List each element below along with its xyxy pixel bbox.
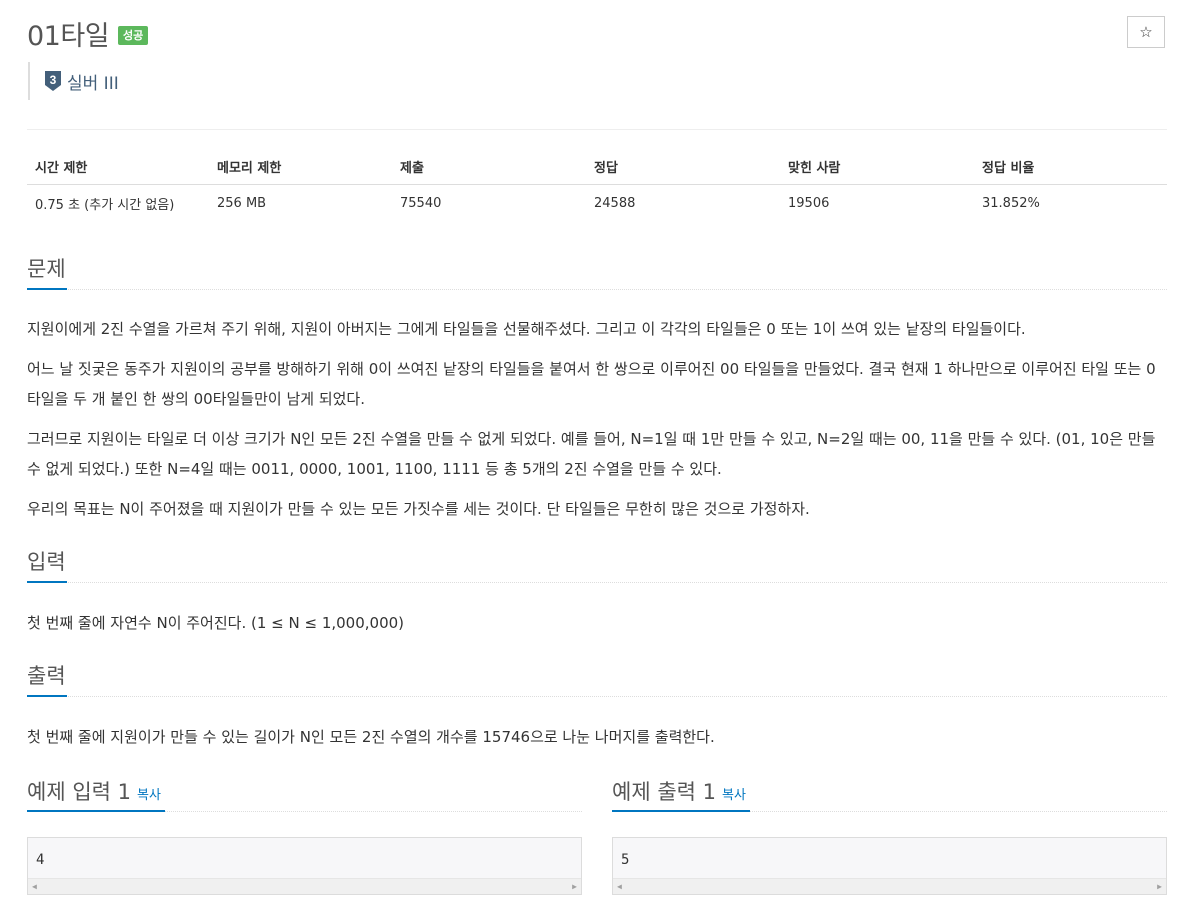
title-row: 01타일 성공 xyxy=(27,14,149,53)
header-memory-limit: 메모리 제한 xyxy=(209,148,392,185)
problem-paragraph: 지원이에게 2진 수열을 가르쳐 주기 위해, 지원이 아버지는 그에게 타일들… xyxy=(27,320,1026,338)
submissions-value: 75540 xyxy=(400,195,442,211)
section-divider xyxy=(27,582,1167,583)
copy-input-button[interactable]: 복사 xyxy=(137,788,161,803)
section-underline xyxy=(27,288,67,290)
solved-users-value: 19506 xyxy=(788,195,830,211)
sample-input-title: 예제 입력 1 xyxy=(27,780,131,804)
table-header-row: 시간 제한 메모리 제한 제출 정답 맞힌 사람 정답 비율 xyxy=(27,148,1167,185)
tier-row: 3 실버 III xyxy=(28,62,119,100)
problem-paragraph: 우리의 목표는 N이 주어졌을 때 지원이가 만들 수 있는 모든 가짓수를 세… xyxy=(27,500,810,518)
time-limit-value: 0.75 초 (추가 시간 없음) xyxy=(35,197,175,213)
star-icon: ☆ xyxy=(1139,23,1153,41)
divider xyxy=(27,129,1167,130)
scroll-right-icon[interactable]: ▶ xyxy=(1157,882,1162,891)
section-divider xyxy=(27,696,1167,697)
section-underline xyxy=(612,810,750,812)
output-description: 첫 번째 줄에 지원이가 만들 수 있는 길이가 N인 모든 2진 수열의 개수… xyxy=(27,728,715,746)
problem-info-table: 시간 제한 메모리 제한 제출 정답 맞힌 사람 정답 비율 0.75 초 (추… xyxy=(27,148,1167,221)
scroll-right-icon[interactable]: ▶ xyxy=(572,882,577,891)
header-accept-ratio: 정답 비율 xyxy=(974,148,1167,185)
header-solved-users: 맞힌 사람 xyxy=(780,148,974,185)
section-divider xyxy=(27,289,1167,290)
sample-input-heading: 예제 입력 1 복사 xyxy=(27,776,161,806)
horizontal-scrollbar[interactable]: ◀ ▶ xyxy=(28,878,581,894)
sample-output-heading: 예제 출력 1 복사 xyxy=(612,776,746,806)
input-description: 첫 번째 줄에 자연수 N이 주어진다. (1 ≤ N ≤ 1,000,000) xyxy=(27,614,405,632)
copy-output-button[interactable]: 복사 xyxy=(722,788,746,803)
horizontal-scrollbar[interactable]: ◀ ▶ xyxy=(613,878,1166,894)
sample-output-value: 5 xyxy=(621,852,630,868)
header-time-limit: 시간 제한 xyxy=(27,148,209,185)
scroll-left-icon[interactable]: ◀ xyxy=(32,882,37,891)
silver-tier-icon: 3 xyxy=(45,71,61,91)
sample-input-value: 4 xyxy=(36,852,45,868)
scroll-left-icon[interactable]: ◀ xyxy=(617,882,622,891)
section-underline xyxy=(27,581,67,583)
input-heading: 입력 xyxy=(27,550,66,574)
tier-number: 3 xyxy=(50,73,57,87)
section-underline xyxy=(27,695,67,697)
problem-paragraph: 그러므로 지원이는 타일로 더 이상 크기가 N인 모든 2진 수열을 만들 수… xyxy=(27,430,1156,478)
problem-paragraph: 어느 날 짓궂은 동주가 지원이의 공부를 방해하기 위해 0이 쓰여진 낱장의… xyxy=(27,360,1156,408)
problem-heading: 문제 xyxy=(27,257,66,281)
star-button[interactable]: ☆ xyxy=(1127,16,1165,48)
accepted-value: 24588 xyxy=(594,195,636,211)
sample-output-title: 예제 출력 1 xyxy=(612,780,716,804)
problem-page: 01타일 성공 ☆ 3 실버 III 시간 제한 메모리 제한 제출 정답 맞힌… xyxy=(0,0,1186,909)
header-submissions: 제출 xyxy=(392,148,586,185)
memory-limit-value: 256 MB xyxy=(217,195,267,211)
accept-ratio-value: 31.852% xyxy=(982,195,1040,211)
sample-input-box[interactable]: 4 ◀ ▶ xyxy=(27,837,582,895)
problem-title: 01타일 xyxy=(27,21,110,52)
table-row: 0.75 초 (추가 시간 없음) 256 MB 75540 24588 195… xyxy=(27,185,1167,222)
output-heading: 출력 xyxy=(27,664,66,688)
status-badge: 성공 xyxy=(118,26,149,45)
header-accepted: 정답 xyxy=(586,148,780,185)
section-underline xyxy=(27,810,165,812)
tier-link[interactable]: 실버 III xyxy=(67,69,119,94)
sample-output-box[interactable]: 5 ◀ ▶ xyxy=(612,837,1167,895)
